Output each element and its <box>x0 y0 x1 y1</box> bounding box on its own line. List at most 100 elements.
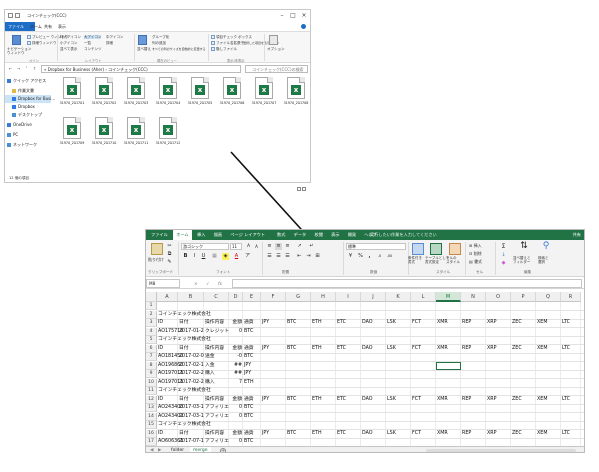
size-columns-button[interactable]: すべての列のサイズを自動的に変更する <box>152 47 206 51</box>
medium-icons-option[interactable]: 中アイコン <box>106 35 123 39</box>
align-bottom-icon[interactable]: ≡ <box>284 243 291 250</box>
table-cell[interactable]: LSK <box>387 396 396 404</box>
font-size-select[interactable]: 11 <box>230 243 242 250</box>
table-cell[interactable]: XRP <box>487 319 497 327</box>
tab-9[interactable]: 開発 <box>345 230 359 240</box>
table-cell[interactable]: ETC <box>337 430 346 438</box>
table-cell[interactable]: ETC <box>337 319 346 327</box>
table-cell[interactable]: ID <box>158 319 163 327</box>
table-cell[interactable]: ## <box>230 370 242 378</box>
nav-item[interactable]: Dropbox <box>5 103 51 111</box>
tab-5[interactable]: 数式 <box>274 230 288 240</box>
address-path[interactable]: « Dropbox for Business (Aher) › コインチェック(… <box>41 65 241 73</box>
table-cell[interactable]: BTC <box>244 438 253 446</box>
table-cell[interactable]: 通貨 <box>244 345 254 353</box>
table-cell[interactable]: XRP <box>487 430 497 438</box>
list-option[interactable]: 一覧 <box>84 41 91 45</box>
table-cell[interactable]: ID <box>158 430 163 438</box>
tiles-option[interactable]: 並べて表示 <box>60 47 77 51</box>
table-cell[interactable]: REP <box>462 319 471 327</box>
table-cell[interactable]: LTC <box>562 396 570 404</box>
table-cell[interactable]: JPY <box>262 430 269 438</box>
tab-1[interactable]: ホーム <box>173 230 192 240</box>
table-cell[interactable]: REP <box>462 396 471 404</box>
item-checkboxes-toggle[interactable]: 項目チェック ボックス <box>216 35 252 39</box>
column-header[interactable]: D <box>229 292 243 302</box>
table-cell[interactable]: JPY <box>262 396 269 404</box>
table-cell[interactable]: LSK <box>387 345 396 353</box>
sheet-prev-icon[interactable]: ◀ <box>150 447 153 452</box>
table-cell[interactable]: BTC <box>287 319 296 327</box>
table-cell[interactable]: コインチェック株式会社 <box>158 421 211 429</box>
excel-file-item[interactable]: x 31970_201710 <box>89 117 119 151</box>
table-cell[interactable]: 2017-02-2 <box>179 370 204 378</box>
row-header[interactable]: 15 <box>146 421 157 429</box>
table-cell[interactable]: コインチェック株式会社 <box>158 311 211 319</box>
table-cell[interactable]: 日付 <box>179 319 189 327</box>
nav-item[interactable]: OneDrive <box>5 121 51 129</box>
tab-2[interactable]: 挿入 <box>194 230 208 240</box>
nav-item[interactable]: クイック アクセス <box>5 77 51 85</box>
table-cell[interactable]: 操作内容 <box>205 396 224 404</box>
percent-style-icon[interactable]: % <box>357 253 364 260</box>
clear-icon[interactable]: ◆ <box>500 260 507 267</box>
row-header[interactable]: 8 <box>146 361 157 370</box>
maximize-icon[interactable]: □ <box>288 10 298 22</box>
back-icon[interactable]: ← <box>7 64 14 74</box>
details-view-icon[interactable] <box>297 187 301 191</box>
excel-file-item[interactable]: x 31970_201712 <box>153 117 183 151</box>
orientation-icon[interactable]: ↗ <box>296 243 303 250</box>
table-cell[interactable]: クレジット <box>205 328 229 336</box>
column-header[interactable]: M <box>436 292 461 302</box>
column-header[interactable]: H <box>311 292 336 302</box>
table-cell[interactable]: 送金 <box>205 353 215 361</box>
increase-decimal-icon[interactable]: .0 <box>376 253 383 260</box>
decrease-indent-icon[interactable]: ⇤ <box>296 253 303 260</box>
row-header[interactable]: 1 <box>146 302 157 310</box>
table-cell[interactable]: XEM <box>537 319 547 327</box>
align-top-icon[interactable]: ≡ <box>266 243 273 250</box>
excel-file-item[interactable]: x 31970_201707 <box>249 77 279 111</box>
table-cell[interactable]: コインチェック株式会社 <box>158 387 211 395</box>
row-header[interactable]: 7 <box>146 353 157 361</box>
table-cell[interactable]: BTC <box>244 404 253 412</box>
add-sheet-icon[interactable]: + <box>220 448 226 452</box>
tab-8[interactable]: 表示 <box>328 230 342 240</box>
table-cell[interactable]: LSK <box>387 319 396 327</box>
excel-file-item[interactable]: x 31970_201708 <box>281 77 311 111</box>
excel-file-item[interactable]: x 31970_201701 <box>57 77 87 111</box>
table-cell[interactable]: BTC <box>287 430 296 438</box>
comma-style-icon[interactable]: , <box>366 253 373 260</box>
column-header[interactable]: G <box>286 292 311 302</box>
fill-icon[interactable]: ↓ <box>500 252 507 259</box>
file-extensions-toggle[interactable]: ファイル名拡張子 <box>216 41 244 45</box>
fill-color-icon[interactable]: ◈ <box>222 253 229 260</box>
table-cell[interactable]: 日付 <box>179 430 189 438</box>
row-header[interactable]: 5 <box>146 336 157 344</box>
bold-icon[interactable]: B <box>182 253 189 260</box>
table-cell[interactable]: ETH <box>312 430 322 438</box>
table-cell[interactable]: 0 <box>230 438 242 446</box>
table-cell[interactable]: REP <box>462 345 471 353</box>
table-cell[interactable]: アフィリエ <box>205 438 229 446</box>
excel-file-item[interactable]: x 31970_201703 <box>121 77 151 111</box>
name-box[interactable]: M8 <box>146 279 180 288</box>
align-left-icon[interactable]: ☰ <box>266 253 273 260</box>
table-cell[interactable]: 7 <box>230 379 242 387</box>
find-select-icon[interactable]: ⚲ <box>540 241 552 252</box>
column-header[interactable]: R <box>561 292 581 302</box>
row-header[interactable]: 9 <box>146 370 157 378</box>
column-header[interactable]: L <box>411 292 436 302</box>
cut-icon[interactable]: ✂ <box>166 243 173 250</box>
details-pane-button[interactable]: 詳細ウィンドウ <box>32 41 57 45</box>
table-cell[interactable]: XRP <box>487 396 497 404</box>
group-by-button[interactable]: グループ化 <box>152 35 169 39</box>
nav-item[interactable]: ネットワーク <box>5 141 51 149</box>
insert-function-icon[interactable]: fx <box>218 279 222 288</box>
table-cell[interactable]: BTC <box>244 328 253 336</box>
paste-icon[interactable] <box>151 243 163 255</box>
properties-icon[interactable] <box>15 13 20 18</box>
nav-item[interactable]: PC <box>5 131 51 139</box>
table-cell[interactable]: 2017-03-1 <box>179 413 204 421</box>
help-icon[interactable] <box>301 24 306 29</box>
